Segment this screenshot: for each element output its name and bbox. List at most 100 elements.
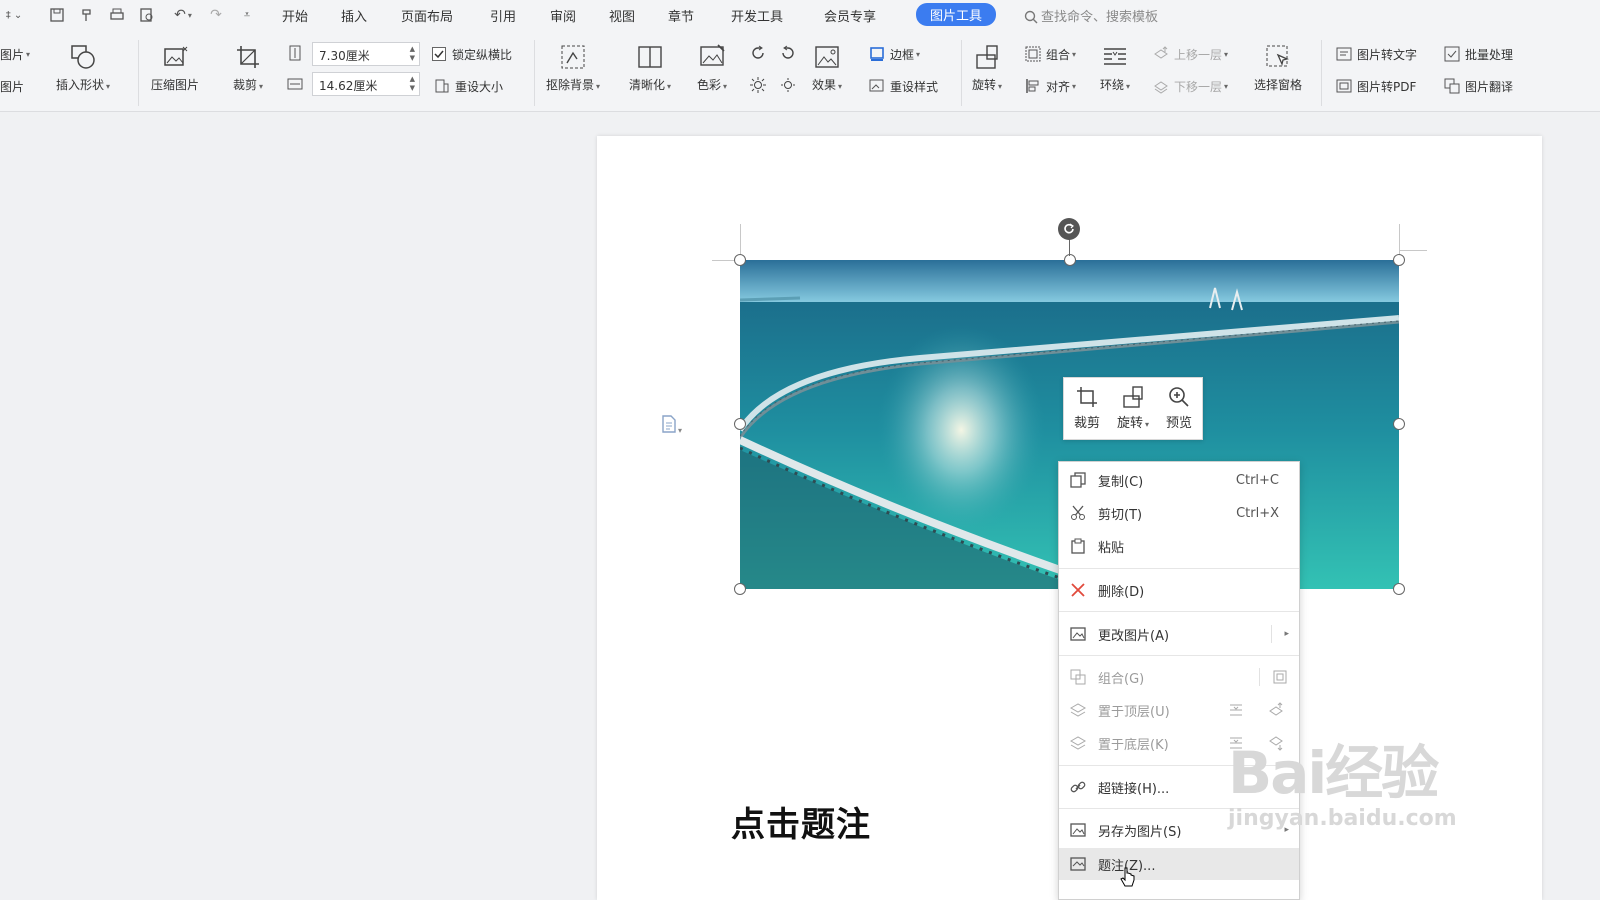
paragraph-layout-icon[interactable]: ▾ <box>660 415 682 436</box>
rotate-button[interactable]: 旋转 ▾ <box>972 42 1002 93</box>
customize-quick-access-icon[interactable]: ⩡ <box>238 6 256 24</box>
resize-handle-top-left[interactable] <box>734 254 746 266</box>
menu-label-change-picture: 更改图片(A) <box>1098 628 1170 644</box>
rotate-left-button[interactable] <box>749 44 771 62</box>
menu-item-delete[interactable]: 删除(D) <box>1059 575 1299 605</box>
menu-label-save-as-picture: 另存为图片(S) <box>1098 824 1182 840</box>
compress-picture-button[interactable]: 压缩图片 <box>151 42 199 93</box>
tab-view[interactable]: 视图 <box>609 6 635 25</box>
menu-item-cut[interactable]: 剪切(T) Ctrl+X <box>1059 498 1299 528</box>
print-icon[interactable] <box>108 6 126 24</box>
image-translate-button[interactable]: 图片翻译 <box>1443 77 1513 95</box>
menu-item-bring-to-top[interactable]: 置于顶层(U) <box>1059 695 1299 725</box>
print-preview-icon[interactable] <box>138 6 156 24</box>
brightness-up-button[interactable] <box>749 76 771 94</box>
redo-icon[interactable]: ↷ <box>207 6 225 24</box>
height-spinner[interactable]: ▲ ▼ <box>410 45 415 63</box>
ribbon-separator <box>961 40 962 106</box>
tab-member[interactable]: 会员专享 <box>824 6 876 25</box>
align-label: 对齐 <box>1046 79 1071 94</box>
tab-developer[interactable]: 开发工具 <box>731 6 783 25</box>
menu-split-divider <box>1271 625 1272 643</box>
brightness-down-button[interactable] <box>779 76 801 94</box>
picture-button[interactable]: 图片 <box>0 78 24 95</box>
wrap-text-button[interactable]: 环绕 ▾ <box>1100 42 1130 93</box>
format-painter-icon[interactable] <box>78 6 96 24</box>
menu-item-copy[interactable]: 复制(C) Ctrl+C <box>1059 465 1299 495</box>
selection-pane-button[interactable]: 选择窗格 <box>1254 42 1302 93</box>
effects-button[interactable]: 效果 ▾ <box>812 42 842 93</box>
resize-handle-top-right[interactable] <box>1393 254 1405 266</box>
file-menu-icon[interactable]: ‡ ⌄ <box>0 6 28 24</box>
wrap-text-icon[interactable] <box>1227 701 1245 719</box>
resize-handle-top[interactable] <box>1064 254 1076 266</box>
floating-rotate-button[interactable]: 旋转 ▾ <box>1110 378 1156 439</box>
floating-crop-button[interactable]: 裁剪 <box>1064 378 1110 439</box>
tab-insert[interactable]: 插入 <box>341 6 367 25</box>
sharpen-button[interactable]: 清晰化 ▾ <box>629 42 671 93</box>
tab-references[interactable]: 引用 <box>490 6 516 25</box>
tab-page-layout[interactable]: 页面布局 <box>401 6 453 25</box>
layer-down-icon <box>1152 77 1170 95</box>
crop-icon <box>233 42 263 72</box>
remove-background-button[interactable]: 抠除背景 ▾ <box>546 42 600 93</box>
floating-preview-button[interactable]: 预览 <box>1156 378 1202 439</box>
group-button[interactable]: 组合 ▾ <box>1024 45 1076 63</box>
tab-chapter[interactable]: 章节 <box>668 6 694 25</box>
menu-label-group: 组合(G) <box>1098 671 1145 687</box>
reset-style-icon <box>868 77 886 95</box>
group-side-icon[interactable] <box>1271 668 1289 686</box>
undo-icon[interactable]: ↶ ▾ <box>168 6 198 24</box>
search-icon <box>1024 10 1038 24</box>
height-input[interactable]: 7.30厘米 ▲ ▼ <box>312 42 420 66</box>
resize-handle-right[interactable] <box>1393 418 1405 430</box>
remove-background-label: 抠除背景 <box>546 78 595 92</box>
bring-forward-button[interactable]: 上移一层 ▾ <box>1152 45 1228 63</box>
batch-process-button[interactable]: 批量处理 <box>1443 45 1513 63</box>
image-to-text-button[interactable]: 图片转文字 <box>1335 45 1417 63</box>
resize-handle-bottom-left[interactable] <box>734 583 746 595</box>
picture-dropdown[interactable]: 图片 ▾ <box>0 46 30 63</box>
floating-crop-label: 裁剪 <box>1073 416 1100 431</box>
color-button[interactable]: 色彩 ▾ <box>697 42 727 93</box>
reset-size-button[interactable]: 重设大小 <box>433 77 503 95</box>
tab-picture-tools[interactable]: 图片工具 <box>916 3 997 26</box>
tab-review[interactable]: 审阅 <box>550 6 576 25</box>
resize-handle-left[interactable] <box>734 418 746 430</box>
save-icon[interactable] <box>48 6 66 24</box>
align-button[interactable]: 对齐 ▾ <box>1024 77 1076 95</box>
tab-start[interactable]: 开始 <box>282 6 308 25</box>
insert-shape-button[interactable]: 插入形状 ▾ <box>56 42 110 93</box>
align-icon <box>1024 77 1042 95</box>
width-input[interactable]: 14.62厘米 ▲ ▼ <box>312 72 420 96</box>
selection-pane-icon <box>1263 42 1293 72</box>
ribbon-separator <box>1321 40 1322 106</box>
crop-button[interactable]: 裁剪 ▾ <box>233 42 263 93</box>
border-button[interactable]: 边框 ▾ <box>868 45 920 63</box>
bring-forward-icon[interactable] <box>1267 701 1285 719</box>
submenu-arrow-icon: ▸ <box>1284 629 1289 639</box>
menu-item-group[interactable]: 组合(G) <box>1059 662 1299 692</box>
change-picture-icon <box>1069 625 1087 643</box>
layer-up-icon <box>1152 45 1170 63</box>
rotate-left-icon <box>749 44 767 62</box>
send-backward-button[interactable]: 下移一层 ▾ <box>1152 77 1228 95</box>
width-spinner[interactable]: ▲ ▼ <box>410 75 415 93</box>
search-placeholder: 查找命令、搜索模板 <box>1041 10 1159 25</box>
menu-item-caption[interactable]: 题注(Z)... <box>1059 848 1299 880</box>
reset-style-button[interactable]: 重设样式 <box>868 77 938 95</box>
menu-item-paste[interactable]: 粘贴 <box>1059 531 1299 561</box>
image-translate-label: 图片翻译 <box>1465 79 1514 94</box>
resize-handle-bottom-right[interactable] <box>1393 583 1405 595</box>
lock-aspect-checkbox[interactable]: 锁定纵横比 <box>430 45 512 63</box>
image-to-pdf-button[interactable]: 图片转PDF <box>1335 77 1416 95</box>
baidu-watermark: Bai经验 jingyan.baidu.com <box>1228 726 1457 831</box>
width-icon <box>286 75 308 93</box>
clipboard-icon <box>1069 537 1087 555</box>
rotate-right-button[interactable] <box>779 44 801 62</box>
reset-size-icon <box>433 77 451 95</box>
rotate-handle[interactable] <box>1058 218 1080 240</box>
group-icon <box>1024 45 1042 63</box>
command-search[interactable]: 查找命令、搜索模板 <box>1024 6 1158 25</box>
menu-item-change-picture[interactable]: 更改图片(A) ▸ <box>1059 619 1299 649</box>
